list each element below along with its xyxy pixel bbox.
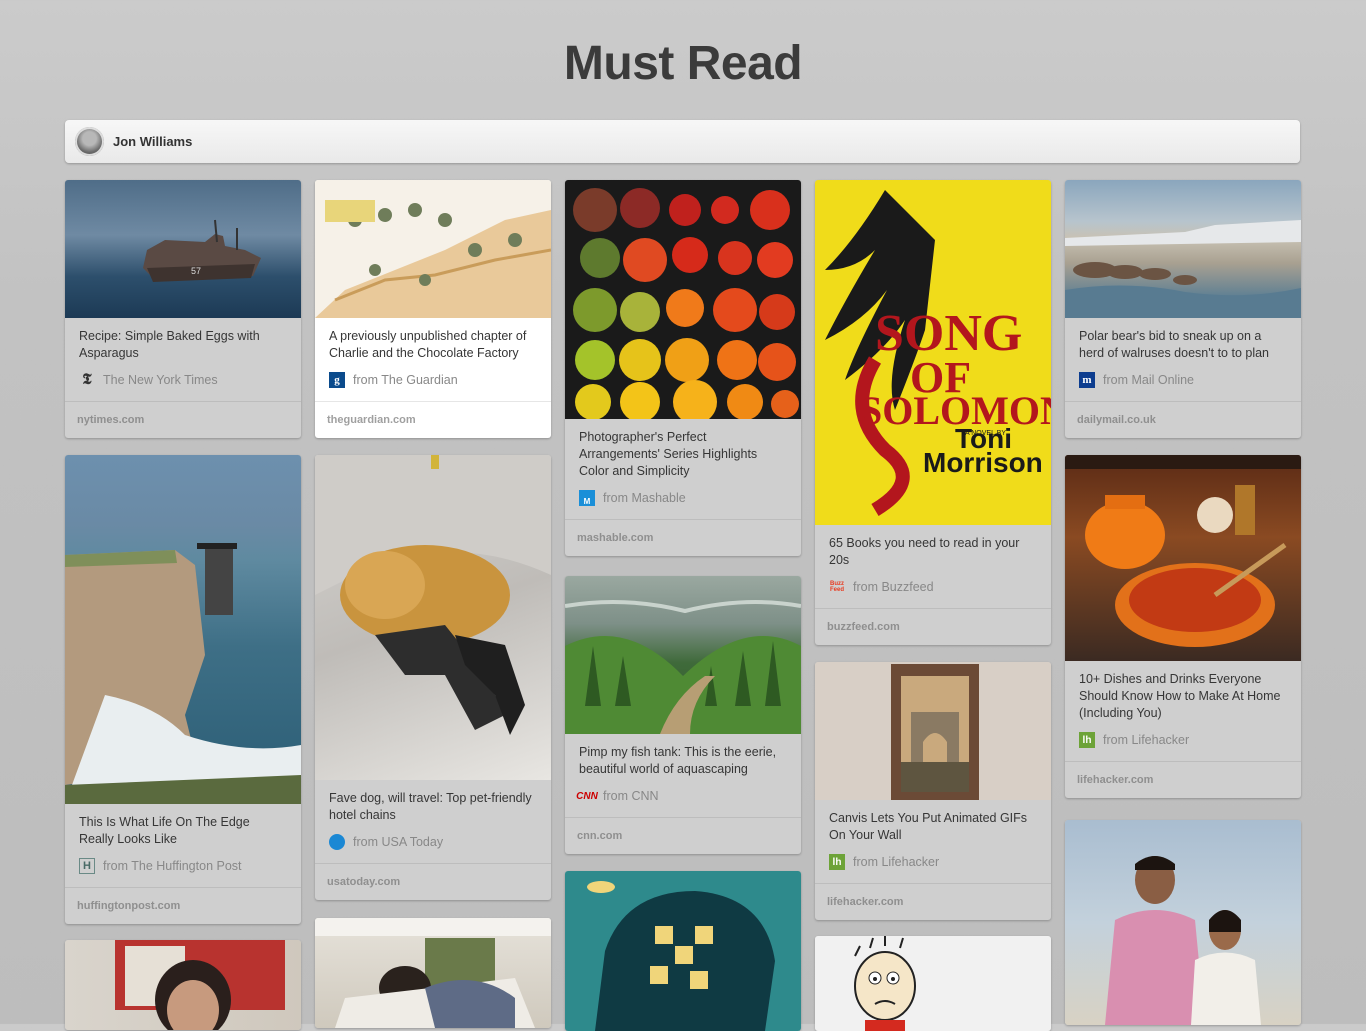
pin-description: Pimp my fish tank: This is the eerie, be… [579, 745, 777, 776]
pin-source-label: from Lifehacker [1103, 733, 1190, 747]
pin-card[interactable] [1065, 820, 1301, 1025]
pin-source-label: from Buzzfeed [853, 580, 934, 594]
pin-image-aquascape[interactable] [565, 576, 801, 734]
pin-image-students-portrait[interactable] [1065, 820, 1301, 1025]
pin-description: 10+ Dishes and Drinks Everyone Should Kn… [1079, 672, 1281, 720]
pin-domain-link[interactable]: cnn.com [565, 817, 801, 854]
pin-card[interactable] [65, 940, 301, 1030]
buzzfeed-icon: Buzz Feed [829, 581, 844, 593]
pin-image-cliff[interactable] [65, 455, 301, 804]
pin-domain-link[interactable]: huffingtonpost.com [65, 887, 301, 924]
pin-image-woman[interactable] [65, 940, 301, 1030]
pin-description: Canvis Lets You Put Animated GIFs On You… [829, 811, 1028, 842]
pin-description: Polar bear's bid to sneak up on a herd o… [1079, 329, 1270, 360]
pin-source[interactable]: lh from Lifehacker [1079, 731, 1287, 749]
board-owner-bar[interactable]: Jon Williams [65, 120, 1300, 163]
pin-image-wonka-illustration[interactable] [315, 180, 551, 318]
pin-card[interactable] [315, 918, 551, 1028]
pin-image-ship[interactable]: 57 [65, 180, 301, 318]
pin-source[interactable]: from USA Today [329, 833, 537, 851]
pin-image-puzzle-head[interactable] [565, 871, 801, 1031]
pin-description: A previously unpublished chapter of Char… [329, 329, 527, 360]
pin-source[interactable]: g from The Guardian [329, 371, 537, 389]
pin-source[interactable]: Buzz Feed from Buzzfeed [829, 578, 1037, 596]
pin-description: Recipe: Simple Baked Eggs with Asparagus [79, 329, 260, 360]
pin-image-dog[interactable] [315, 455, 551, 780]
owner-avatar[interactable] [75, 127, 104, 156]
pin-source[interactable]: lh from Lifehacker [829, 853, 1037, 871]
pin-source-label: from Lifehacker [853, 855, 940, 869]
pin-image-cooking-pot[interactable] [1065, 455, 1301, 661]
pin-domain-link[interactable]: mashable.com [565, 519, 801, 556]
owner-name[interactable]: Jon Williams [113, 134, 192, 149]
pin-source-label: The New York Times [103, 373, 218, 387]
pin-source-label: from Mail Online [1103, 373, 1194, 387]
pin-source-label: from Mashable [603, 491, 686, 505]
pin-card[interactable] [815, 936, 1051, 1031]
pin-card[interactable]: 57 Recipe: Simple Baked Eggs with Aspara… [65, 180, 301, 438]
pin-card[interactable]: This Is What Life On The Edge Really Loo… [65, 455, 301, 924]
pin-source-label: from The Guardian [353, 373, 458, 387]
guardian-icon: g [329, 372, 345, 388]
pin-domain-link[interactable]: usatoday.com [315, 863, 551, 900]
pin-card[interactable]: 10+ Dishes and Drinks Everyone Should Kn… [1065, 455, 1301, 798]
cnn-icon: CNN [576, 790, 598, 802]
pin-card[interactable]: Polar bear's bid to sneak up on a herd o… [1065, 180, 1301, 438]
pin-domain-link[interactable]: lifehacker.com [1065, 761, 1301, 798]
pin-source[interactable]: H from The Huffington Post [79, 857, 287, 875]
pin-description: This Is What Life On The Edge Really Loo… [79, 815, 250, 846]
svg-text:57: 57 [191, 266, 201, 276]
pin-image-song-of-solomon-cover[interactable]: SONG OF SOLOMON A NOVEL BY Toni Morrison [815, 180, 1051, 525]
mailonline-icon: m [1079, 372, 1095, 388]
pin-description: 65 Books you need to read in your 20s [829, 536, 1020, 567]
nyt-icon: 𝕿 [82, 372, 92, 388]
pin-image-cartoon-boy[interactable] [815, 936, 1051, 1031]
pin-domain-link[interactable]: theguardian.com [315, 401, 551, 438]
pin-domain-link[interactable]: lifehacker.com [815, 883, 1051, 920]
pin-card[interactable]: Fave dog, will travel: Top pet-friendly … [315, 455, 551, 900]
pin-source-label: from The Huffington Post [103, 859, 242, 873]
pin-card[interactable]: Canvis Lets You Put Animated GIFs On You… [815, 662, 1051, 920]
pin-domain-link[interactable]: nytimes.com [65, 401, 301, 438]
pin-source-label: from CNN [603, 789, 659, 803]
pin-source[interactable]: M from Mashable [579, 489, 787, 507]
usatoday-icon [329, 834, 345, 850]
huffpost-icon: H [79, 858, 95, 874]
pin-card[interactable]: A previously unpublished chapter of Char… [315, 180, 551, 438]
pin-domain-link[interactable]: buzzfeed.com [815, 608, 1051, 645]
pin-card[interactable]: Pimp my fish tank: This is the eerie, be… [565, 576, 801, 854]
pin-card[interactable] [565, 871, 801, 1031]
pin-source[interactable]: 𝕿 The New York Times [79, 371, 287, 389]
pin-card[interactable]: SONG OF SOLOMON A NOVEL BY Toni Morrison… [815, 180, 1051, 645]
board-title: Must Read [563, 37, 803, 90]
mashable-icon: M [579, 490, 595, 506]
pin-image-tomatoes[interactable] [565, 180, 801, 419]
pin-image-walruses[interactable] [1065, 180, 1301, 318]
pin-description: Fave dog, will travel: Top pet-friendly … [329, 791, 532, 822]
lifehacker-icon: lh [829, 854, 845, 870]
pin-source[interactable]: m from Mail Online [1079, 371, 1287, 389]
lifehacker-icon: lh [1079, 732, 1095, 748]
cover-author-last: Morrison [923, 447, 1043, 478]
pin-source[interactable]: CNN from CNN [576, 787, 787, 805]
pin-source-label: from USA Today [353, 835, 444, 849]
pin-description: Photographer's Perfect Arrangements' Ser… [579, 430, 758, 478]
pin-domain-link[interactable]: dailymail.co.uk [1065, 401, 1301, 438]
pin-card[interactable]: Photographer's Perfect Arrangements' Ser… [565, 180, 801, 556]
pin-image-arch-painting[interactable] [815, 662, 1051, 800]
pin-image-sleeping-student[interactable] [315, 918, 551, 1028]
